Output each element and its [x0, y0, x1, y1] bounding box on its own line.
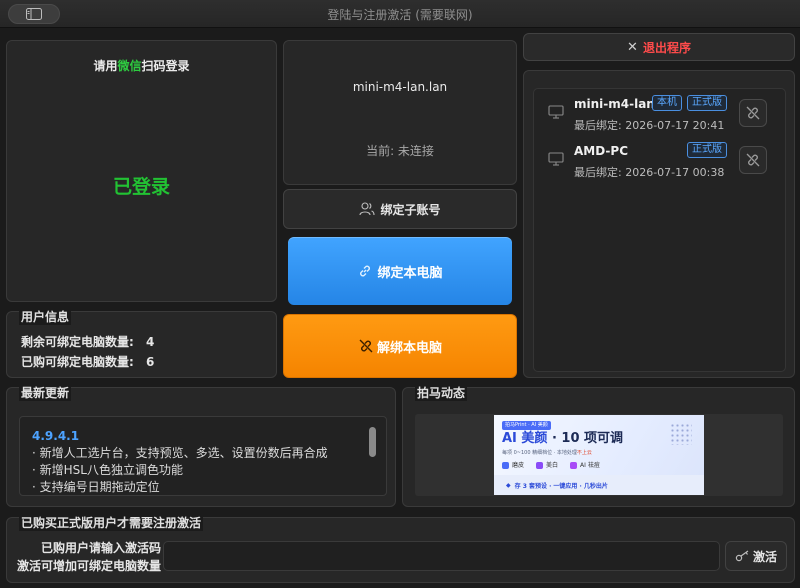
activation-hint-2: 激活可增加可绑定电脑数量	[16, 559, 161, 573]
title-bar: 登陆与注册激活 (需要联网)	[0, 0, 800, 28]
users-icon	[359, 202, 376, 216]
banner-tag: 拍马Print · AI 美颜	[502, 421, 551, 430]
unlink-icon	[359, 339, 373, 353]
device-name: AMD-PC	[574, 144, 628, 158]
unbind-this-pc-label: 解绑本电脑	[376, 340, 442, 356]
device-info-panel: mini-m4-lan.lan 当前: 未连接	[283, 40, 517, 185]
changelog-scrollbar[interactable]	[369, 427, 376, 457]
remaining-label: 剩余可绑定电脑数量:	[21, 335, 134, 349]
banner-footer-text: 存 3 套预设 · 一键应用 · 几秒出片	[514, 482, 608, 490]
monitor-icon	[548, 105, 564, 119]
bound-devices-list: mini-m4-lan.lan 最后绑定: 2026-07-17 20:41 本…	[533, 88, 786, 372]
window-title: 登陆与注册激活 (需要联网)	[327, 8, 473, 22]
qr-login-prompt: 请用微信扫码登录	[7, 57, 276, 74]
device-badges: 正式版	[687, 142, 727, 158]
exit-program-button[interactable]: ✕ 退出程序	[523, 33, 795, 61]
changelog-title: 最新更新	[19, 384, 72, 401]
licensed-badge: 正式版	[687, 95, 727, 111]
news-banner[interactable]: 拍马Print · AI 美颜 AI 美颜 · 10 项可调 每项 0~100 …	[494, 415, 704, 495]
changelog-scroll-area[interactable]: 4.9.4.1 · 新增人工选片台，支持预览、多选、设置份数后再合成 · 新增H…	[19, 416, 387, 496]
activation-panel: 已购买正式版用户才需要注册激活 已购用户请输入激活码 激活可增加可绑定电脑数量 …	[6, 514, 795, 583]
news-frame: 拍马Print · AI 美颜 AI 美颜 · 10 项可调 每项 0~100 …	[415, 414, 783, 496]
changelog-panel: 最新更新 4.9.4.1 · 新增人工选片台，支持预览、多选、设置份数后再合成 …	[6, 384, 396, 507]
unlink-icon	[746, 153, 760, 167]
banner-subline-text: 每项 0~100 精细档位 · 本地处理	[502, 450, 577, 456]
device-last-bind: 最后绑定: 2026-07-17 20:41	[574, 119, 725, 132]
banner-features: 磨皮 美白 AI 祛痘	[502, 460, 600, 469]
changelog-version: 4.9.4.1	[32, 429, 80, 443]
news-title: 拍马动态	[415, 384, 468, 401]
prompt-prefix: 请用	[93, 59, 118, 73]
banner-headline: AI 美颜 · 10 项可调	[502, 431, 623, 447]
device-badges: 本机 正式版	[652, 95, 727, 111]
link-icon	[360, 265, 371, 277]
diamond-icon: ◆	[506, 481, 511, 489]
login-status: 已登录	[112, 176, 170, 198]
changelog-line: · 新增人工选片台，支持预览、多选、设置份数后再合成	[32, 446, 328, 460]
activation-code-input[interactable]	[163, 541, 720, 571]
wechat-text: 微信	[117, 59, 142, 73]
banner-feature: AI 祛痘	[570, 460, 600, 469]
device-row[interactable]: AMD-PC 最后绑定: 2026-07-17 00:38 正式版	[544, 142, 775, 188]
purchased-value: 6	[146, 355, 155, 369]
banner-feature-label: 美白	[546, 462, 559, 469]
remaining-value: 4	[146, 335, 155, 349]
connection-status: 当前: 未连接	[366, 144, 434, 158]
close-icon: ✕	[627, 39, 638, 55]
this-pc-badge: 本机	[652, 95, 682, 111]
device-row[interactable]: mini-m4-lan.lan 最后绑定: 2026-07-17 20:41 本…	[544, 95, 775, 141]
unlink-icon	[746, 106, 760, 120]
purchased-label: 已购可绑定电脑数量:	[21, 355, 134, 369]
changelog-line: · 新增HSL八色独立调色功能	[32, 463, 183, 477]
remaining-row: 剩余可绑定电脑数量: 4	[21, 333, 154, 350]
prompt-suffix: 扫码登录	[141, 59, 190, 73]
activate-button[interactable]: 激活	[725, 541, 787, 571]
user-info-title: 用户信息	[19, 308, 72, 325]
key-icon	[735, 550, 749, 562]
banner-headline-b: · 10 项可调	[551, 431, 624, 446]
bind-this-pc-label: 绑定本电脑	[377, 265, 443, 281]
activation-hint-1: 已购用户请输入激活码	[40, 541, 161, 555]
banner-headline-a: AI 美颜	[502, 431, 548, 446]
unbind-this-pc-button[interactable]: 解绑本电脑	[283, 314, 517, 378]
banner-feature-label: AI 祛痘	[580, 462, 600, 469]
device-unbind-button[interactable]	[739, 99, 767, 127]
news-panel: 拍马动态 拍马Print · AI 美颜 AI 美颜 · 10 项可调 每项 0…	[402, 384, 795, 507]
banner-footer: ◆ 存 3 套预设 · 一键应用 · 几秒出片	[494, 475, 704, 495]
exit-program-label: 退出程序	[642, 40, 691, 55]
banner-feature-label: 磨皮	[512, 462, 525, 469]
activation-title: 已购买正式版用户才需要注册激活	[19, 514, 204, 531]
qr-login-panel: 请用微信扫码登录 已登录	[6, 40, 277, 302]
purchased-row: 已购可绑定电脑数量: 6	[21, 353, 154, 370]
licensed-badge: 正式版	[687, 142, 727, 158]
monitor-icon	[548, 152, 564, 166]
user-info-panel: 用户信息 剩余可绑定电脑数量: 4 已购可绑定电脑数量: 6	[6, 308, 277, 378]
bind-sub-account-label: 绑定子账号	[380, 202, 441, 217]
banner-subline-highlight: 不上云	[576, 450, 592, 456]
banner-feature: 美白	[536, 460, 558, 469]
device-unbind-button[interactable]	[739, 146, 767, 174]
bind-sub-account-button[interactable]: 绑定子账号	[283, 189, 517, 229]
hostname: mini-m4-lan.lan	[352, 80, 448, 94]
changelog-line: · 支持编号日期拖动定位	[32, 480, 160, 494]
activate-label: 激活	[752, 549, 777, 564]
banner-dot-grid	[670, 423, 692, 445]
bound-devices-panel: mini-m4-lan.lan 最后绑定: 2026-07-17 20:41 本…	[523, 70, 795, 378]
device-last-bind: 最后绑定: 2026-07-17 00:38	[574, 166, 725, 179]
banner-subline: 每项 0~100 精细档位 · 本地处理不上云	[502, 449, 592, 456]
banner-feature: 磨皮	[502, 460, 524, 469]
bind-this-pc-button[interactable]: 绑定本电脑	[288, 237, 512, 305]
